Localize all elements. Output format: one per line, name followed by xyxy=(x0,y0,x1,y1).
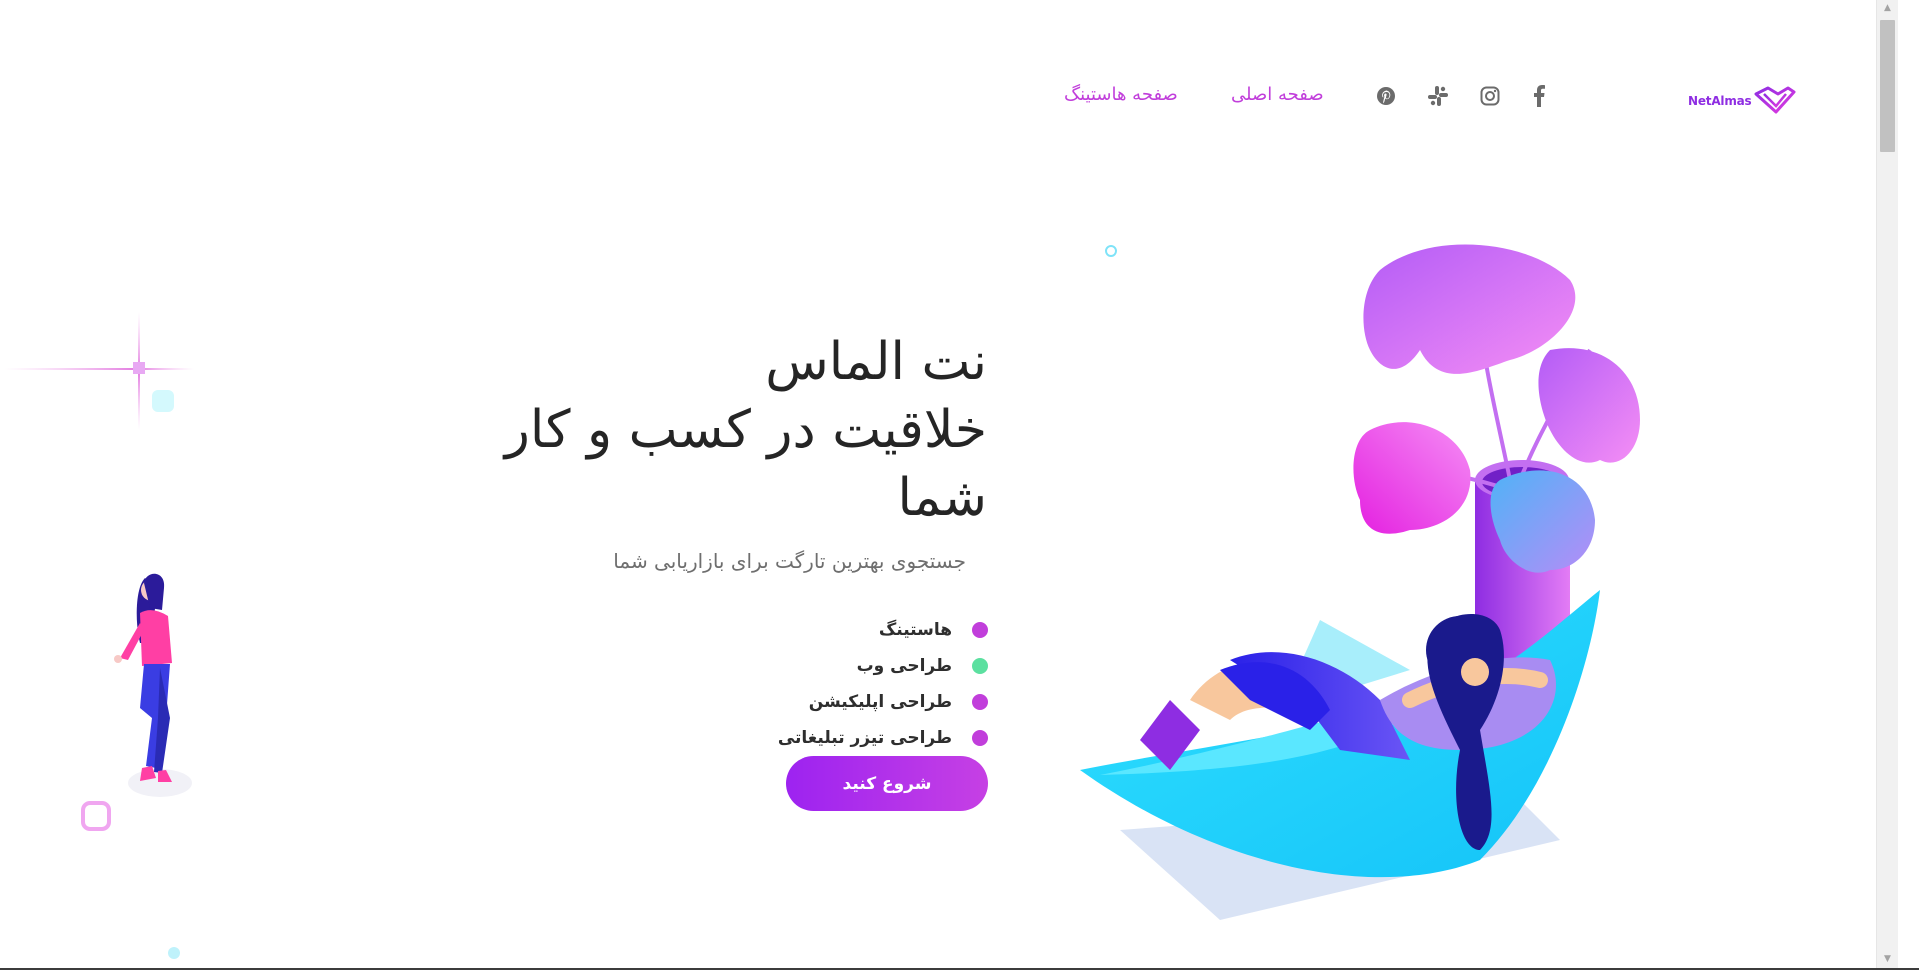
feature-item: طراحی تیزر تبلیغاتی xyxy=(688,720,988,756)
feature-bullet-icon xyxy=(972,658,988,674)
scroll-down-arrow-icon[interactable]: ▼ xyxy=(1877,951,1898,968)
nav-link-hosting[interactable]: صفحه هاستینگ xyxy=(1064,84,1178,105)
facebook-icon[interactable] xyxy=(1527,84,1551,108)
feature-bullet-icon xyxy=(972,694,988,710)
feature-item: هاستینگ xyxy=(688,612,988,648)
feature-label: طراحی وب xyxy=(856,656,952,676)
site-logo[interactable]: NetAlmas xyxy=(1688,84,1796,118)
scroll-thumb[interactable] xyxy=(1880,20,1895,152)
get-started-button[interactable]: شروع کنید xyxy=(786,756,988,811)
feature-label: هاستینگ xyxy=(878,620,952,640)
vertical-scrollbar[interactable]: ▲ ▼ xyxy=(1876,0,1898,968)
feature-bullet-icon xyxy=(972,730,988,746)
hero-title: نت الماس خلاقیت در کسب و کار شما xyxy=(387,328,987,532)
walking-woman-illustration xyxy=(114,573,192,797)
nav-link-home[interactable]: صفحه اصلی xyxy=(1231,84,1324,105)
sparkle-decoration-icon xyxy=(4,312,194,430)
feature-list: هاستینگ طراحی وب طراحی اپلیکیشن طراحی تی… xyxy=(688,612,988,756)
dot-decoration-icon xyxy=(168,947,180,959)
hero-title-line-1: نت الماس xyxy=(765,332,987,392)
feature-item: طراحی اپلیکیشن xyxy=(688,684,988,720)
slack-icon[interactable] xyxy=(1426,84,1450,108)
feature-bullet-icon xyxy=(972,622,988,638)
logo-text: NetAlmas xyxy=(1688,94,1752,108)
instagram-icon[interactable] xyxy=(1478,84,1502,108)
pinterest-icon[interactable] xyxy=(1374,84,1398,108)
page: NetAlmas صفحه اصلی صفحه هاستینگ نت الماس… xyxy=(0,0,1898,968)
feature-label: طراحی اپلیکیشن xyxy=(808,692,952,712)
scroll-up-arrow-icon[interactable]: ▲ xyxy=(1877,0,1898,17)
logo-mark-icon xyxy=(1754,86,1796,114)
hero-subtitle: جستجوی بهترین تارگت برای بازاریابی شما xyxy=(613,549,966,573)
relaxing-woman-plant-illustration xyxy=(1080,244,1640,920)
feature-label: طراحی تیزر تبلیغاتی xyxy=(777,728,952,748)
hero-title-line-2: خلاقیت در کسب و کار xyxy=(504,400,987,460)
hero-title-line-3: شما xyxy=(897,468,987,528)
feature-item: طراحی وب xyxy=(688,648,988,684)
